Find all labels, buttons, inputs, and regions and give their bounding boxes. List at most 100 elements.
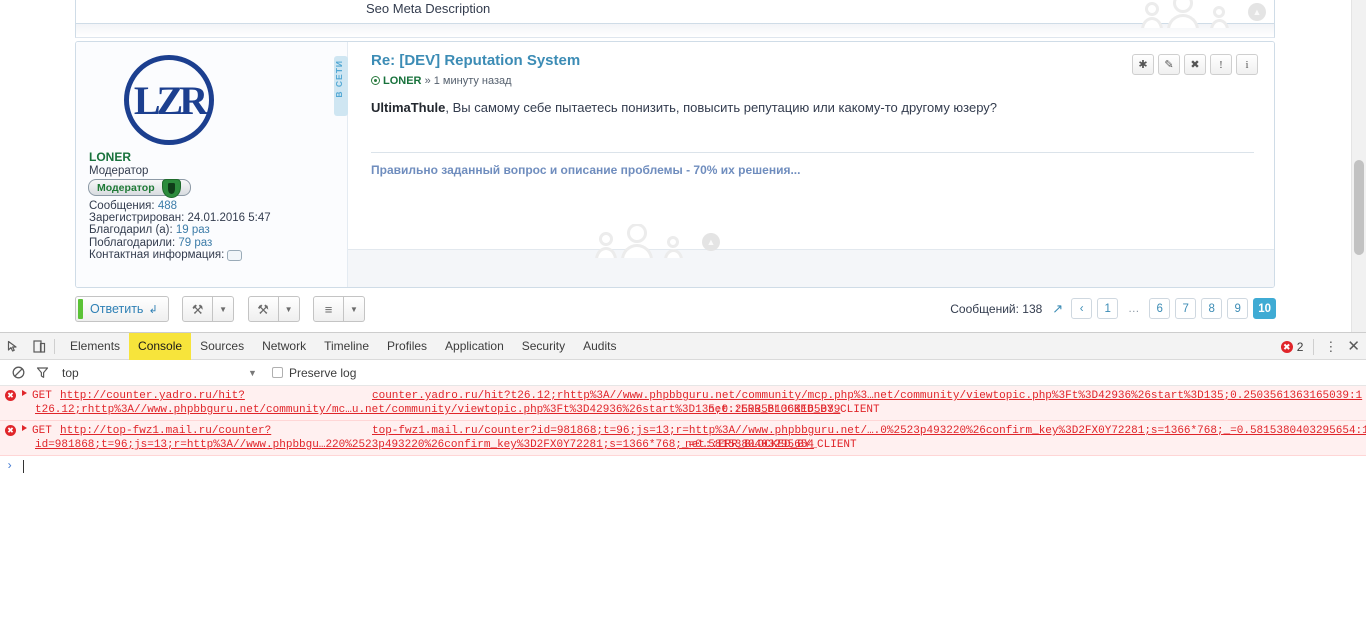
shield-icon xyxy=(162,179,181,198)
stat-registered: Зарегистрирован: 24.01.2016 5:47 xyxy=(89,212,271,224)
preserve-log-checkbox[interactable] xyxy=(272,367,283,378)
stat-label: Благодарил (а): xyxy=(89,224,173,237)
execution-context-selector[interactable]: top xyxy=(62,366,79,380)
request-method: GET xyxy=(32,390,52,402)
pagination-page-1[interactable]: 1 xyxy=(1097,298,1119,319)
stat-value[interactable]: 19 раз xyxy=(176,224,210,236)
moderation-dropdown[interactable]: ▼ xyxy=(278,296,300,322)
close-devtools-icon[interactable]: ✕ xyxy=(1347,339,1360,354)
pagination-page-9[interactable]: 9 xyxy=(1227,298,1249,319)
preserve-log-label[interactable]: Preserve log xyxy=(289,366,356,380)
request-url[interactable]: http://top-fwz1.mail.ru/counter? xyxy=(60,424,271,438)
toggle-device-toolbar-icon[interactable] xyxy=(26,333,52,360)
reply-arrow-icon: ↲ xyxy=(148,303,158,316)
console-row-line-1: GET http://counter.yadro.ru/hit? counter… xyxy=(20,389,1362,403)
report-post-button[interactable]: ! xyxy=(1210,54,1232,75)
post-mention: UltimaThule xyxy=(371,100,446,115)
request-method: GET xyxy=(32,425,52,437)
author-username[interactable]: LONER xyxy=(89,150,131,164)
seo-meta-description-text: Seo Meta Description xyxy=(366,1,491,16)
post-meta: LONER » 1 минуту назад xyxy=(371,75,512,87)
error-text: net::ERR_BLOCKED_BY_CLIENT xyxy=(708,404,880,416)
pagination-page-8[interactable]: 8 xyxy=(1201,298,1223,319)
console-row-line-2: id=981868;t=96;js=13;r=http%3A//www.phpb… xyxy=(20,438,1360,452)
display-options-dropdown[interactable]: ▼ xyxy=(344,296,366,322)
devtools-tabbar: Elements Console Sources Network Timelin… xyxy=(0,332,1366,360)
tab-network[interactable]: Network xyxy=(253,333,315,360)
inspect-element-icon[interactable] xyxy=(0,333,26,360)
moderation-group: ⚒ ▼ xyxy=(247,296,300,322)
avatar[interactable]: LZR xyxy=(124,55,214,145)
post-divider-strip: ▲ xyxy=(75,0,1275,38)
console-text-cursor xyxy=(23,459,25,473)
jump-to-page-icon[interactable]: ↗ xyxy=(1052,301,1063,317)
topic-tools-group: ⚒ ▼ xyxy=(182,296,235,322)
moderation-button[interactable]: ⚒ xyxy=(247,296,279,322)
error-text: net::ERR_BLOCKED_BY_CLIENT xyxy=(685,439,857,451)
page-scrollbar[interactable] xyxy=(1351,0,1366,332)
error-icon: ✖ xyxy=(5,390,16,401)
tab-timeline[interactable]: Timeline xyxy=(315,333,378,360)
post-title[interactable]: Re: [DEV] Reputation System xyxy=(371,52,580,69)
console-error-row[interactable]: ✖ GET http://counter.yadro.ru/hit? count… xyxy=(0,386,1366,421)
console-error-row[interactable]: ✖ GET http://top-fwz1.mail.ru/counter? t… xyxy=(0,421,1366,456)
devtools-menu-icon[interactable]: ⋮ xyxy=(1324,340,1337,353)
stat-value[interactable]: 79 раз xyxy=(178,237,212,249)
bookmark-post-button[interactable]: ✱ xyxy=(1132,54,1154,75)
stat-thanked-given: Благодарил (а): 19 раз xyxy=(89,224,271,236)
tab-profiles[interactable]: Profiles xyxy=(378,333,436,360)
topic-toolbar: Ответить ↲ ⚒ ▼ ⚒ ▼ ≡ ▼ xyxy=(75,296,374,330)
private-message-icon[interactable] xyxy=(227,249,243,261)
tab-sources[interactable]: Sources xyxy=(191,333,253,360)
post-author-profile: LZR LONER Модератор Модератор Сообщения:… xyxy=(76,42,348,287)
error-count-value: 2 xyxy=(1296,339,1304,354)
pagination-page-7[interactable]: 7 xyxy=(1175,298,1197,319)
devtools-panel: Elements Console Sources Network Timelin… xyxy=(0,332,1366,638)
pagination-page-10[interactable]: 10 xyxy=(1253,298,1276,319)
stat-label: Контактная информация: xyxy=(89,248,225,261)
clear-console-icon[interactable] xyxy=(6,366,30,379)
rank-badge: Модератор xyxy=(88,179,191,198)
tab-application[interactable]: Application xyxy=(436,333,513,360)
chevron-down-icon[interactable]: ▼ xyxy=(248,368,257,378)
tab-console[interactable]: Console xyxy=(129,332,192,360)
stat-thanked-received: Поблагодарили: 79 раз xyxy=(89,237,271,249)
scroll-to-top-button[interactable]: ▲ xyxy=(702,233,720,251)
topic-tools-dropdown[interactable]: ▼ xyxy=(213,296,235,322)
gavel-icon: ⚒ xyxy=(257,301,269,317)
chevron-down-icon: ▼ xyxy=(284,304,293,314)
topic-tools-button[interactable]: ⚒ xyxy=(182,296,214,322)
source-location[interactable]: top-fwz1.mail.ru/counter?id=981868;t=96;… xyxy=(372,424,1366,438)
stat-label: Зарегистрирован: xyxy=(89,212,185,225)
error-count-badge[interactable]: ✖ 2 xyxy=(1280,339,1304,354)
author-rank: Модератор xyxy=(89,165,149,177)
tab-security[interactable]: Security xyxy=(513,333,574,360)
tab-audits[interactable]: Audits xyxy=(574,333,625,360)
pagination-page-6[interactable]: 6 xyxy=(1149,298,1171,319)
pagination-ellipsis: … xyxy=(1127,302,1140,315)
reply-button[interactable]: Ответить ↲ xyxy=(75,296,169,322)
author-stats: Сообщения: 488 Зарегистрирован: 24.01.20… xyxy=(89,200,271,261)
post-signature: Правильно заданный вопрос и описание про… xyxy=(371,152,1254,177)
devtools-toolbar-right: ✖ 2 ⋮ ✕ xyxy=(1280,333,1360,360)
rank-badge-label: Модератор xyxy=(97,182,155,194)
tab-elements[interactable]: Elements xyxy=(61,333,129,360)
error-icon: ✖ xyxy=(1280,340,1293,353)
forum-post: LZR LONER Модератор Модератор Сообщения:… xyxy=(75,41,1275,288)
console-filter-bar: top ▼ Preserve log xyxy=(0,360,1366,386)
pagination-prev[interactable]: ‹ xyxy=(1071,298,1093,319)
avatar-initials: LZR xyxy=(133,77,208,123)
console-input-row[interactable]: › xyxy=(0,456,1366,476)
edit-post-button[interactable]: ✎ xyxy=(1158,54,1180,75)
request-url[interactable]: http://counter.yadro.ru/hit? xyxy=(60,389,245,403)
toolbar-separator xyxy=(1313,338,1315,355)
scroll-to-top-button[interactable]: ▲ xyxy=(1248,3,1266,21)
source-location[interactable]: counter.yadro.ru/hit?t26.12;rhttp%3A//ww… xyxy=(372,389,1362,403)
delete-post-button[interactable]: ✖ xyxy=(1184,54,1206,75)
filter-icon[interactable] xyxy=(30,366,54,379)
post-info-button[interactable]: i xyxy=(1236,54,1258,75)
display-options-button[interactable]: ≡ xyxy=(313,296,345,322)
post-author-link[interactable]: LONER xyxy=(383,75,422,87)
stat-contact-info: Контактная информация: xyxy=(89,249,271,261)
page-scrollbar-thumb[interactable] xyxy=(1354,160,1364,255)
